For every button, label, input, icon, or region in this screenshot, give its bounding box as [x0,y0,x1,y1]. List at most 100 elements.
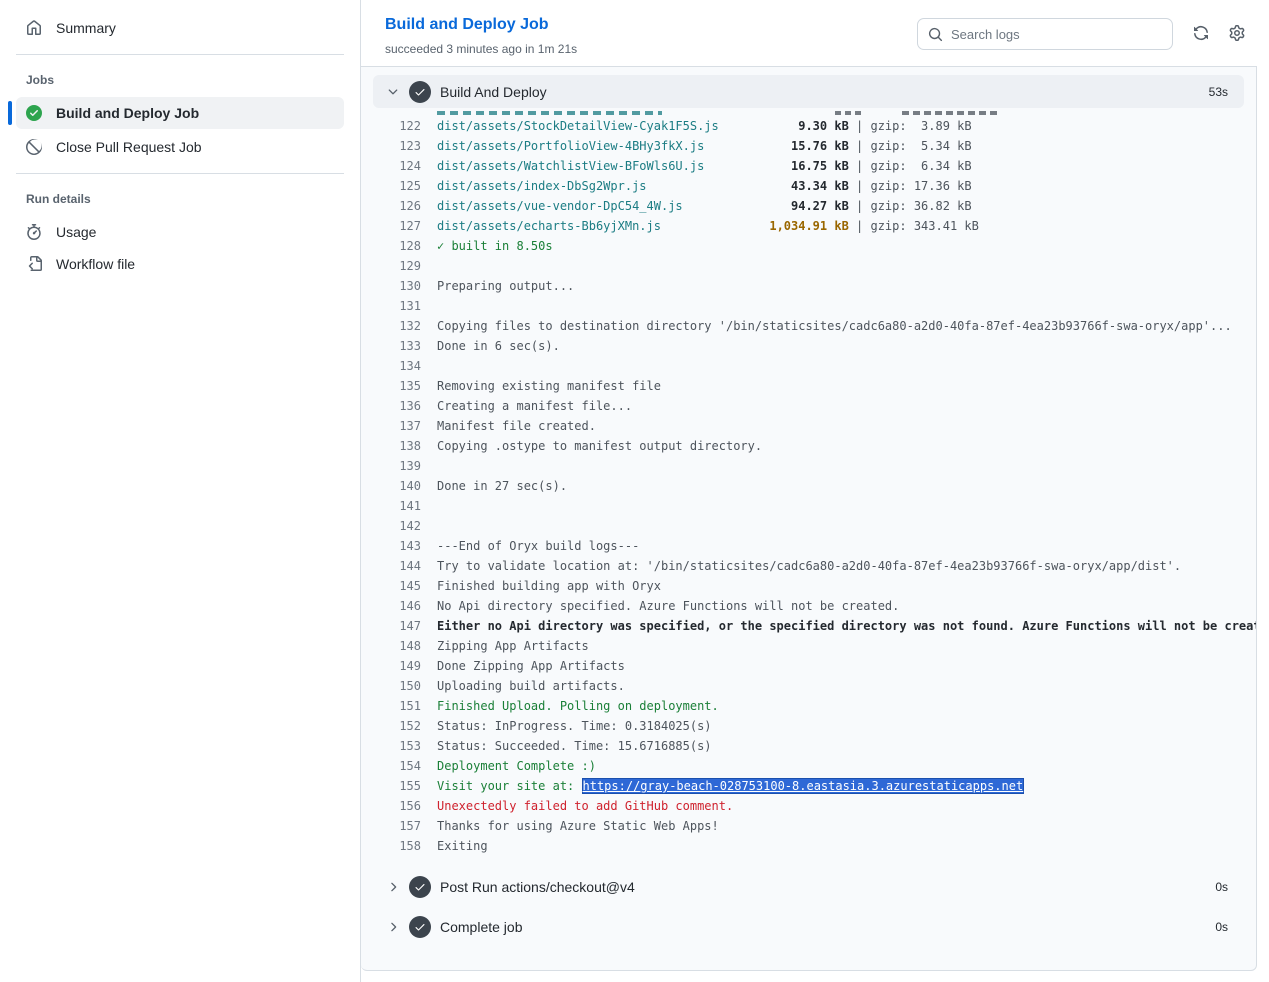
log-line: 144 Try to validate location at: '/bin/st… [373,556,1244,576]
log-line-content [421,516,437,536]
chevron-right-icon [386,920,400,934]
sidebar-item-build-and-deploy-job[interactable]: Build and Deploy Job [16,97,344,129]
log-line-number[interactable]: 151 [373,696,421,716]
refresh-logs-button[interactable] [1193,25,1209,44]
log-line-number[interactable]: 148 [373,636,421,656]
log-line-number[interactable]: 149 [373,656,421,676]
log-line-number[interactable]: 126 [373,196,421,216]
log-line: 135Removing existing manifest file [373,376,1244,396]
log-line-number[interactable]: 143 [373,536,421,556]
log-text-segment: Done Zipping App Artifacts [437,659,625,673]
log-line-content [421,496,437,516]
log-line-number[interactable]: 147 [373,616,421,636]
log-line: 138Copying .ostype to manifest output di… [373,436,1244,456]
log-line: 133 Done in 6 sec(s). [373,336,1244,356]
log-text-segment: 9.30 kB [719,119,849,133]
log-line-content: Copying files to destination directory '… [421,316,1232,336]
log-line-number[interactable]: 136 [373,396,421,416]
search-logs-input[interactable] [951,27,1162,42]
sidebar-item-summary[interactable]: Summary [16,12,344,44]
jobs-list: Build and Deploy Job Close Pull Request … [16,97,344,163]
sidebar-item-label: Usage [56,224,96,240]
log-line-number[interactable]: 157 [373,816,421,836]
log-line-number[interactable]: 135 [373,376,421,396]
sidebar-item-usage[interactable]: Usage [16,216,344,248]
log-line-number[interactable]: 122 [373,116,421,136]
sidebar-item-close-pull-request-job[interactable]: Close Pull Request Job [16,131,344,163]
log-line-content: Finished building app with Oryx [421,576,661,596]
log-line-number[interactable]: 152 [373,716,421,736]
log-line-number[interactable]: 131 [373,296,421,316]
log-line-number[interactable]: 137 [373,416,421,436]
step-header-post-run-checkout[interactable]: Post Run actions/checkout@v4 0s [373,870,1244,903]
log-text-segment: Uploading build artifacts. [437,679,625,693]
log-line-number[interactable]: 129 [373,256,421,276]
sidebar-item-workflow-file[interactable]: Workflow file [16,248,344,280]
sidebar-divider [16,173,344,174]
log-line-number[interactable]: 150 [373,676,421,696]
log-line: 148Zipping App Artifacts [373,636,1244,656]
log-line-number[interactable]: 153 [373,736,421,756]
log-line-number[interactable]: 141 [373,496,421,516]
job-title-link[interactable]: Build and Deploy Job [385,16,549,34]
log-line-number[interactable]: 125 [373,176,421,196]
log-line-content: Either no Api directory was specified, o… [421,616,1257,636]
search-logs-box [917,18,1173,50]
log-text-segment: Status: Succeeded. Time: 15.6716885(s) [437,739,712,753]
log-line-content: No Api directory specified. Azure Functi… [421,596,899,616]
log-line-number[interactable]: 140 [373,476,421,496]
log-line-number[interactable]: 128 [373,236,421,256]
log-line: 126dist/assets/vue-vendor-DpC54_4W.js 94… [373,196,1244,216]
sidebar-item-label: Close Pull Request Job [56,139,202,155]
log-line-number[interactable]: 156 [373,796,421,816]
log-text-segment: Try to validate location at: '/bin/stati… [437,559,1181,573]
sidebar-item-label: Build and Deploy Job [56,105,199,121]
job-status-text: succeeded 3 minutes ago in 1m 21s [385,42,577,56]
log-line-number[interactable]: 123 [373,136,421,156]
log-text-segment: Done in 6 sec(s). [437,339,560,353]
log-text-segment: 43.34 kB [647,179,849,193]
log-output: 122dist/assets/StockDetailView-Cyak1F5S.… [373,116,1244,856]
step-duration: 53s [1209,85,1228,99]
log-line-content: Thanks for using Azure Static Web Apps! [421,816,719,836]
log-text-segment: | gzip: 36.82 kB [849,199,972,213]
step-header-complete-job[interactable]: Complete job 0s [373,910,1244,943]
log-line-content [421,456,437,476]
log-line-number[interactable]: 154 [373,756,421,776]
log-line-number[interactable]: 127 [373,216,421,236]
log-line-number[interactable]: 142 [373,516,421,536]
log-text-segment: dist/assets/PortfolioView-4BHy3fkX.js [437,139,704,153]
site-url-link[interactable]: https://gray-beach-028753100-8.eastasia.… [582,778,1025,794]
log-line-number[interactable]: 139 [373,456,421,476]
log-line-number[interactable]: 133 [373,336,421,356]
log-line-number[interactable]: 158 [373,836,421,856]
log-line-number[interactable]: 124 [373,156,421,176]
log-line: 124dist/assets/WatchlistView-BFoWls6U.js… [373,156,1244,176]
log-text-segment: dist/assets/echarts-Bb6yjXMn.js [437,219,661,233]
log-text-segment: Copying files to destination directory '… [437,319,1232,333]
log-line-number[interactable]: 155 [373,776,421,796]
step-check-icon [409,916,431,938]
log-line-content: Done in 27 sec(s). [421,476,567,496]
log-line-number[interactable]: 134 [373,356,421,376]
log-line: 151Finished Upload. Polling on deploymen… [373,696,1244,716]
job-title-block: Build and Deploy Job succeeded 3 minutes… [385,16,577,56]
log-line-number[interactable]: 130 [373,276,421,296]
workflow-run-page: Summary Jobs Build and Deploy Job Close … [0,0,1269,982]
log-line: 128✓ built in 8.50s [373,236,1244,256]
log-settings-button[interactable] [1229,25,1245,44]
log-line: 136Creating a manifest file... [373,396,1244,416]
log-line: 142 [373,516,1244,536]
step-header-build-and-deploy[interactable]: Build And Deploy 53s [373,75,1244,108]
log-text-segment: Preparing output... [437,279,574,293]
log-line-number[interactable]: 132 [373,316,421,336]
log-text-segment: Finished building app with Oryx [437,579,661,593]
log-line-number[interactable]: 144 [373,556,421,576]
log-line-number[interactable]: 138 [373,436,421,456]
log-line-number[interactable]: 146 [373,596,421,616]
log-line-number[interactable]: 145 [373,576,421,596]
log-line-content: Removing existing manifest file [421,376,661,396]
log-line-content: Deployment Complete :) [421,756,596,776]
log-text-segment: 1,034.91 kB [661,219,849,233]
log-text-segment: No Api directory specified. Azure Functi… [437,599,899,613]
